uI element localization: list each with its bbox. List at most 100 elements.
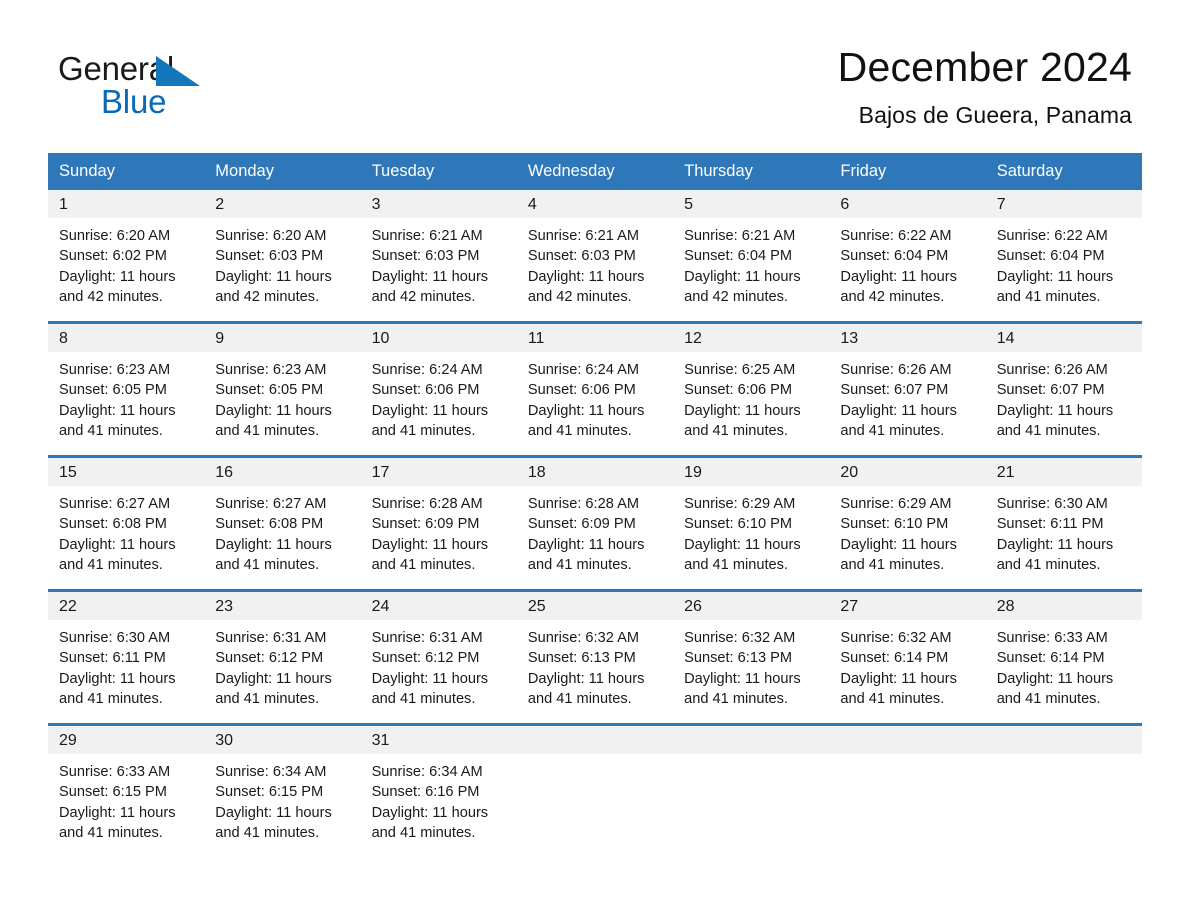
daylight-text-line1: Daylight: 11 hours (215, 268, 332, 285)
daylight-text-line2: and 41 minutes. (59, 824, 163, 841)
daylight-text-line2: and 41 minutes. (996, 556, 1101, 573)
day-cell[interactable]: 3 Sunrise: 6:21 AM Sunset: 6:03 PM Dayli… (360, 190, 517, 322)
day-cell[interactable]: 8 Sunrise: 6:23 AM Sunset: 6:05 PM Dayli… (48, 324, 205, 456)
day-number: 26 (673, 592, 830, 621)
daylight-text-line1: Daylight: 11 hours (371, 268, 489, 285)
day-info: Sunrise: 6:27 AM Sunset: 6:08 PM Dayligh… (204, 486, 360, 589)
day-info: Sunrise: 6:30 AM Sunset: 6:11 PM Dayligh… (986, 486, 1142, 589)
day-cell[interactable]: 16 Sunrise: 6:27 AM Sunset: 6:08 PM Dayl… (204, 458, 361, 590)
daylight-text-line1: Daylight: 11 hours (684, 536, 801, 553)
sunset-text: Sunset: 6:15 PM (59, 784, 167, 801)
daylight-text-line1: Daylight: 11 hours (996, 536, 1114, 553)
day-cell[interactable]: 10 Sunrise: 6:24 AM Sunset: 6:06 PM Dayl… (360, 324, 517, 456)
day-cell-empty (985, 726, 1142, 858)
day-cell-empty (673, 726, 830, 858)
sunrise-text: Sunrise: 6:23 AM (215, 362, 327, 379)
sunrise-text: Sunrise: 6:29 AM (684, 496, 796, 513)
day-cell[interactable]: 9 Sunrise: 6:23 AM Sunset: 6:05 PM Dayli… (204, 324, 361, 456)
day-number: 10 (360, 324, 517, 353)
day-cell[interactable]: 13 Sunrise: 6:26 AM Sunset: 6:07 PM Dayl… (829, 324, 986, 456)
day-info: Sunrise: 6:27 AM Sunset: 6:08 PM Dayligh… (48, 486, 204, 589)
day-cell[interactable]: 19 Sunrise: 6:29 AM Sunset: 6:10 PM Dayl… (673, 458, 830, 590)
day-cell[interactable]: 28 Sunrise: 6:33 AM Sunset: 6:14 PM Dayl… (985, 592, 1142, 724)
day-cell[interactable]: 1 Sunrise: 6:20 AM Sunset: 6:02 PM Dayli… (48, 190, 205, 322)
day-cell[interactable]: 7 Sunrise: 6:22 AM Sunset: 6:04 PM Dayli… (985, 190, 1142, 322)
daylight-text-line2: and 41 minutes. (840, 422, 945, 439)
day-cell[interactable]: 23 Sunrise: 6:31 AM Sunset: 6:12 PM Dayl… (204, 592, 361, 724)
daylight-text-line2: and 42 minutes. (371, 288, 476, 305)
sunrise-text: Sunrise: 6:28 AM (527, 496, 639, 513)
sunrise-text: Sunrise: 6:32 AM (684, 630, 796, 647)
day-cell-empty (829, 726, 986, 858)
day-cell[interactable]: 14 Sunrise: 6:26 AM Sunset: 6:07 PM Dayl… (985, 324, 1142, 456)
day-number: 5 (673, 190, 830, 219)
day-cell[interactable]: 18 Sunrise: 6:28 AM Sunset: 6:09 PM Dayl… (516, 458, 674, 590)
day-info: Sunrise: 6:23 AM Sunset: 6:05 PM Dayligh… (204, 352, 360, 455)
sunrise-text: Sunrise: 6:27 AM (59, 496, 171, 513)
day-number: 8 (48, 324, 205, 353)
sunset-text: Sunset: 6:05 PM (215, 382, 324, 399)
sunset-text: Sunset: 6:05 PM (59, 382, 167, 399)
sunset-text: Sunset: 6:13 PM (527, 650, 636, 667)
day-cell[interactable]: 22 Sunrise: 6:30 AM Sunset: 6:11 PM Dayl… (48, 592, 205, 724)
daylight-text-line1: Daylight: 11 hours (527, 402, 645, 419)
day-info: Sunrise: 6:26 AM Sunset: 6:07 PM Dayligh… (986, 352, 1142, 455)
sunrise-text: Sunrise: 6:26 AM (840, 362, 952, 379)
day-number: 13 (829, 324, 986, 353)
day-cell[interactable]: 5 Sunrise: 6:21 AM Sunset: 6:04 PM Dayli… (673, 190, 830, 322)
day-number: 25 (516, 592, 674, 621)
day-cell[interactable]: 25 Sunrise: 6:32 AM Sunset: 6:13 PM Dayl… (516, 592, 674, 724)
sunrise-text: Sunrise: 6:22 AM (996, 228, 1108, 245)
daylight-text-line2: and 41 minutes. (996, 422, 1101, 439)
daylight-text-line1: Daylight: 11 hours (684, 670, 801, 687)
daylight-text-line2: and 41 minutes. (527, 690, 632, 707)
daylight-text-line1: Daylight: 11 hours (215, 536, 332, 553)
day-info: Sunrise: 6:20 AM Sunset: 6:02 PM Dayligh… (48, 218, 204, 321)
day-cell[interactable]: 11 Sunrise: 6:24 AM Sunset: 6:06 PM Dayl… (516, 324, 674, 456)
day-number: 6 (829, 190, 986, 219)
day-cell[interactable]: 2 Sunrise: 6:20 AM Sunset: 6:03 PM Dayli… (204, 190, 361, 322)
day-cell[interactable]: 26 Sunrise: 6:32 AM Sunset: 6:13 PM Dayl… (673, 592, 830, 724)
day-cell[interactable]: 29 Sunrise: 6:33 AM Sunset: 6:15 PM Dayl… (48, 726, 205, 858)
sunrise-text: Sunrise: 6:20 AM (215, 228, 327, 245)
daylight-text-line2: and 41 minutes. (527, 556, 632, 573)
daylight-text-line2: and 41 minutes. (215, 556, 320, 573)
daylight-text-line1: Daylight: 11 hours (840, 402, 957, 419)
day-cell[interactable]: 4 Sunrise: 6:21 AM Sunset: 6:03 PM Dayli… (516, 190, 674, 322)
sunset-text: Sunset: 6:08 PM (59, 516, 167, 533)
day-cell[interactable]: 12 Sunrise: 6:25 AM Sunset: 6:06 PM Dayl… (673, 324, 830, 456)
calendar-page: General Blue December 2024 Bajos de Guee… (0, 0, 1188, 918)
day-cell[interactable]: 30 Sunrise: 6:34 AM Sunset: 6:15 PM Dayl… (204, 726, 361, 858)
day-cell[interactable]: 6 Sunrise: 6:22 AM Sunset: 6:04 PM Dayli… (829, 190, 986, 322)
day-info (829, 754, 985, 857)
general-blue-logo[interactable]: General Blue (58, 46, 218, 122)
day-info: Sunrise: 6:32 AM Sunset: 6:13 PM Dayligh… (517, 620, 673, 723)
daylight-text-line2: and 41 minutes. (59, 556, 163, 573)
day-cell[interactable]: 31 Sunrise: 6:34 AM Sunset: 6:16 PM Dayl… (360, 726, 517, 858)
sunset-text: Sunset: 6:10 PM (840, 516, 949, 533)
daylight-text-line2: and 41 minutes. (840, 556, 945, 573)
sunset-text: Sunset: 6:04 PM (840, 248, 949, 265)
day-info (986, 754, 1142, 857)
daylight-text-line2: and 41 minutes. (684, 690, 788, 707)
daylight-text-line2: and 41 minutes. (59, 690, 163, 707)
day-cell[interactable]: 24 Sunrise: 6:31 AM Sunset: 6:12 PM Dayl… (360, 592, 517, 724)
day-cell[interactable]: 27 Sunrise: 6:32 AM Sunset: 6:14 PM Dayl… (829, 592, 986, 724)
sunrise-text: Sunrise: 6:24 AM (527, 362, 639, 379)
day-cell[interactable]: 20 Sunrise: 6:29 AM Sunset: 6:10 PM Dayl… (829, 458, 986, 590)
day-cell[interactable]: 17 Sunrise: 6:28 AM Sunset: 6:09 PM Dayl… (360, 458, 517, 590)
day-number: 2 (204, 190, 361, 219)
sunrise-text: Sunrise: 6:27 AM (215, 496, 327, 513)
daylight-text-line2: and 42 minutes. (527, 288, 632, 305)
sunset-text: Sunset: 6:08 PM (215, 516, 324, 533)
page-header: General Blue December 2024 Bajos de Guee… (0, 0, 1188, 129)
daylight-text-line1: Daylight: 11 hours (59, 268, 176, 285)
day-info: Sunrise: 6:34 AM Sunset: 6:15 PM Dayligh… (204, 754, 360, 857)
day-info: Sunrise: 6:30 AM Sunset: 6:11 PM Dayligh… (48, 620, 204, 723)
day-cell[interactable]: 21 Sunrise: 6:30 AM Sunset: 6:11 PM Dayl… (985, 458, 1142, 590)
day-info: Sunrise: 6:33 AM Sunset: 6:15 PM Dayligh… (48, 754, 204, 857)
sunset-text: Sunset: 6:06 PM (527, 382, 636, 399)
sunrise-text: Sunrise: 6:31 AM (371, 630, 483, 647)
daylight-text-line1: Daylight: 11 hours (527, 536, 645, 553)
day-cell[interactable]: 15 Sunrise: 6:27 AM Sunset: 6:08 PM Dayl… (48, 458, 205, 590)
